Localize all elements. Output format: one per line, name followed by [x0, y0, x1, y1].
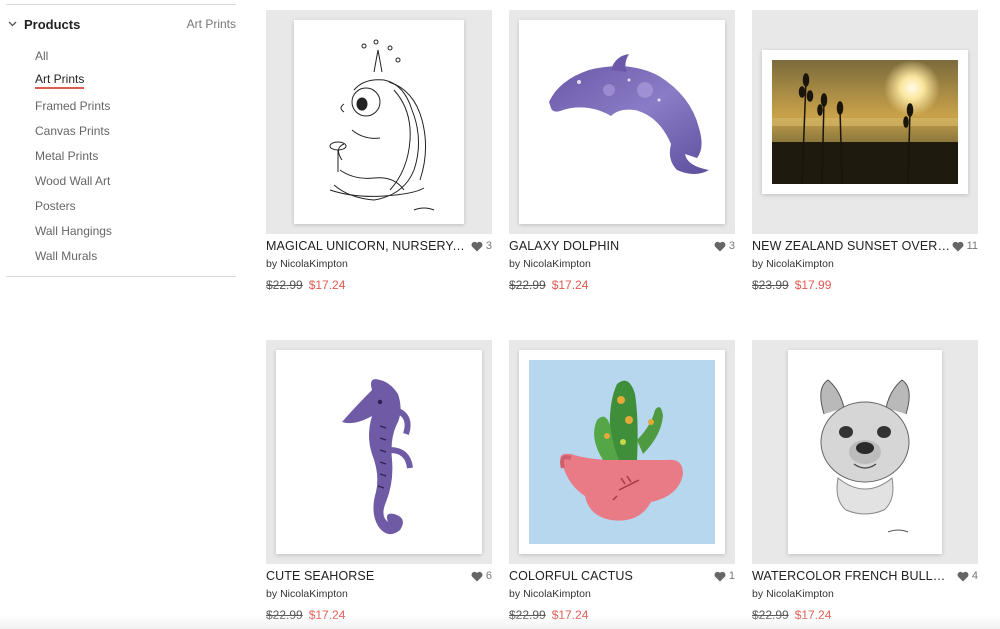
- original-price: $22.99: [266, 278, 303, 292]
- like-button[interactable]: 3: [471, 240, 492, 252]
- product-card[interactable]: NEW ZEALAND SUNSET OVER THE... 11 byNico…: [752, 10, 978, 298]
- heart-icon: [714, 571, 726, 581]
- sale-price: $17.99: [794, 278, 832, 292]
- category-list: All Art Prints Framed Prints Canvas Prin…: [6, 43, 236, 268]
- by-label: by: [752, 588, 764, 600]
- like-count: 4: [971, 570, 978, 582]
- artist-link[interactable]: NicolaKimpton: [280, 258, 348, 270]
- category-label: Wood Wall Art: [35, 173, 111, 188]
- category-item-framed-prints[interactable]: Framed Prints: [35, 93, 236, 118]
- print-frame: [294, 20, 464, 224]
- product-title[interactable]: GALAXY DOLPHIN: [509, 239, 619, 253]
- category-item-all[interactable]: All: [35, 43, 236, 68]
- heart-icon: [952, 241, 964, 251]
- heart-icon: [471, 571, 483, 581]
- product-card[interactable]: COLORFUL CACTUS 1 byNicolaKimpton $22.99…: [509, 340, 735, 628]
- product-card[interactable]: WATERCOLOR FRENCH BULLDOG ... 4 byNicola…: [752, 340, 978, 628]
- category-label: Posters: [35, 198, 76, 213]
- product-title[interactable]: CUTE SEAHORSE: [266, 569, 374, 583]
- original-price: $22.99: [509, 278, 546, 292]
- by-label: by: [266, 588, 278, 600]
- category-item-metal-prints[interactable]: Metal Prints: [35, 143, 236, 168]
- cactus-artwork: [529, 360, 715, 544]
- category-label: Art Prints: [35, 72, 85, 89]
- like-count: 3: [728, 240, 735, 252]
- artist-link[interactable]: NicolaKimpton: [280, 588, 348, 600]
- like-count: 11: [966, 240, 978, 252]
- category-label: Metal Prints: [35, 148, 99, 163]
- page-bottom-fade: [0, 615, 1000, 629]
- category-label: Canvas Prints: [35, 123, 110, 138]
- heart-icon: [471, 241, 483, 251]
- category-item-canvas-prints[interactable]: Canvas Prints: [35, 118, 236, 143]
- chevron-down-icon[interactable]: [6, 18, 18, 30]
- seahorse-artwork: [342, 379, 413, 535]
- artist-link[interactable]: NicolaKimpton: [523, 588, 591, 600]
- by-label: by: [509, 258, 521, 270]
- product-image[interactable]: [752, 340, 978, 564]
- dolphin-artwork: [549, 54, 709, 174]
- heart-icon: [957, 571, 969, 581]
- category-label: Wall Murals: [35, 248, 98, 263]
- original-price: $23.99: [752, 278, 789, 292]
- like-button[interactable]: 1: [714, 570, 735, 582]
- like-button[interactable]: 11: [952, 240, 978, 252]
- product-image[interactable]: [509, 10, 735, 234]
- filter-title: Products: [24, 16, 81, 32]
- category-item-wall-hangings[interactable]: Wall Hangings: [35, 218, 236, 243]
- like-button[interactable]: 4: [957, 570, 978, 582]
- product-image[interactable]: [509, 340, 735, 564]
- sunset-artwork: [772, 60, 958, 185]
- artist-link[interactable]: NicolaKimpton: [766, 258, 834, 270]
- category-sidebar: Products Art Prints All Art Prints Frame…: [6, 0, 236, 277]
- product-title[interactable]: NEW ZEALAND SUNSET OVER THE...: [752, 239, 952, 253]
- by-label: by: [509, 588, 521, 600]
- products-filter-header[interactable]: Products Art Prints: [6, 5, 236, 43]
- print-frame: [519, 350, 725, 554]
- print-frame: [762, 50, 968, 194]
- product-title[interactable]: WATERCOLOR FRENCH BULLDOG ...: [752, 569, 952, 583]
- product-card[interactable]: MAGICAL UNICORN, NURSERY, FAN... 3 byNic…: [266, 10, 492, 298]
- product-image[interactable]: [752, 10, 978, 234]
- product-image[interactable]: [266, 340, 492, 564]
- sale-price: $17.24: [551, 278, 589, 292]
- category-item-wood-wall-art[interactable]: Wood Wall Art: [35, 168, 236, 193]
- category-label: Framed Prints: [35, 98, 111, 113]
- by-label: by: [266, 258, 278, 270]
- artist-link[interactable]: NicolaKimpton: [766, 588, 834, 600]
- divider: [6, 276, 236, 277]
- category-item-posters[interactable]: Posters: [35, 193, 236, 218]
- sale-price: $17.24: [308, 278, 346, 292]
- artist-link[interactable]: NicolaKimpton: [523, 258, 591, 270]
- by-label: by: [752, 258, 764, 270]
- like-button[interactable]: 6: [471, 570, 492, 582]
- product-card[interactable]: GALAXY DOLPHIN 3 by NicolaKimpton $22.99 …: [509, 10, 735, 298]
- filter-current-value: Art Prints: [186, 17, 236, 31]
- product-title[interactable]: COLORFUL CACTUS: [509, 569, 633, 583]
- category-label: All: [35, 48, 49, 63]
- like-count: 6: [485, 570, 492, 582]
- print-frame: [519, 20, 725, 224]
- category-item-wall-murals[interactable]: Wall Murals: [35, 243, 236, 268]
- like-count: 3: [485, 240, 492, 252]
- product-title[interactable]: MAGICAL UNICORN, NURSERY, FAN...: [266, 239, 466, 253]
- unicorn-artwork: [329, 39, 435, 211]
- like-button[interactable]: 3: [714, 240, 735, 252]
- heart-icon: [714, 241, 726, 251]
- product-card[interactable]: CUTE SEAHORSE 6 byNicolaKimpton $22.99 $…: [266, 340, 492, 628]
- print-frame: [276, 350, 482, 554]
- product-image[interactable]: [266, 10, 492, 234]
- like-count: 1: [728, 570, 735, 582]
- category-item-art-prints[interactable]: Art Prints: [35, 68, 236, 93]
- bulldog-artwork: [820, 379, 910, 533]
- print-frame: [788, 350, 942, 554]
- category-label: Wall Hangings: [35, 223, 112, 238]
